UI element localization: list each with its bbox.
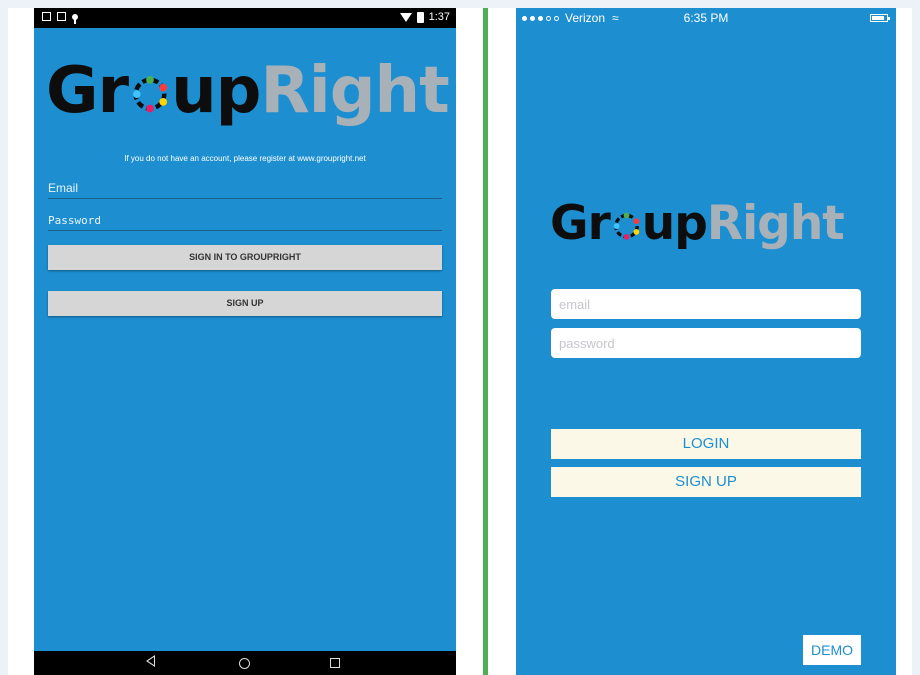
android-nav-bar bbox=[34, 651, 456, 675]
logo-text-up: up bbox=[641, 196, 708, 251]
sign-up-button[interactable]: SIGN UP bbox=[551, 467, 861, 497]
logo-circle-icon bbox=[613, 212, 640, 240]
status-time: 6:35 PM bbox=[683, 11, 729, 25]
password-placeholder: Password bbox=[48, 214, 101, 227]
back-icon[interactable] bbox=[146, 655, 155, 667]
logo-text-up: up bbox=[171, 54, 261, 128]
logo-circle-icon bbox=[133, 76, 168, 113]
password-field[interactable]: Password bbox=[48, 204, 442, 231]
battery-icon bbox=[870, 14, 890, 22]
logo-text-gr: Gr bbox=[550, 196, 611, 251]
logo-text-right: Right bbox=[706, 196, 845, 251]
ios-screen: Verizon ≈ 6:35 PM Gr upRight LOGIN SIGN … bbox=[516, 8, 896, 675]
email-field[interactable]: Email bbox=[48, 172, 442, 199]
sign-in-button[interactable]: SIGN IN TO GROUPRIGHT bbox=[48, 245, 442, 270]
password-input[interactable] bbox=[551, 328, 861, 358]
wifi-icon bbox=[399, 12, 412, 22]
grouright-logo: Gr upRight bbox=[550, 196, 845, 251]
sign-up-button[interactable]: SIGN UP bbox=[48, 291, 442, 316]
logo-text-right: Right bbox=[260, 54, 449, 128]
recents-icon[interactable] bbox=[330, 658, 340, 668]
grouright-logo: Gr upRight bbox=[46, 54, 450, 128]
ios-status-bar: Verizon ≈ 6:35 PM bbox=[516, 8, 896, 28]
email-placeholder: Email bbox=[48, 181, 79, 195]
panel-divider bbox=[483, 8, 488, 675]
login-button[interactable]: LOGIN bbox=[551, 429, 861, 459]
home-icon[interactable] bbox=[239, 658, 250, 669]
demo-button[interactable]: DEMO bbox=[803, 635, 861, 665]
logo-text-gr: Gr bbox=[46, 54, 129, 128]
email-input[interactable] bbox=[551, 289, 861, 319]
gallery-icon bbox=[57, 12, 66, 21]
notification-icon bbox=[42, 12, 51, 21]
battery-icon bbox=[416, 11, 424, 23]
android-status-bar: 1:37 bbox=[34, 8, 456, 28]
android-screen: 1:37 Gr upRight If you do not have an ac… bbox=[34, 8, 456, 675]
status-time: 1:37 bbox=[428, 11, 450, 23]
register-info-text: If you do not have an account, please re… bbox=[124, 154, 366, 163]
location-pin-icon bbox=[72, 13, 78, 24]
